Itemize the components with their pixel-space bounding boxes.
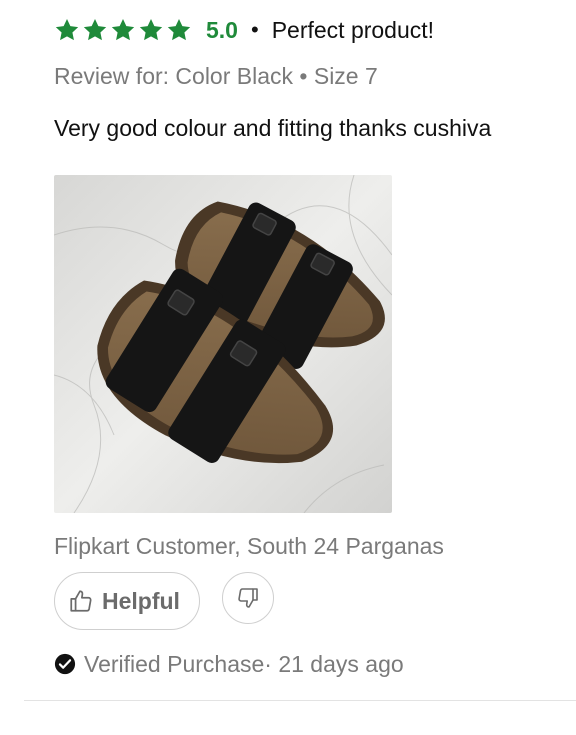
review-age: · 21 days ago	[264, 650, 404, 677]
star-rating	[54, 17, 194, 43]
thumbs-down-icon	[236, 586, 260, 610]
verified-purchase: Verified Purchase · 21 days ago	[54, 650, 404, 678]
rating-score: 5.0	[206, 16, 238, 43]
helpful-button[interactable]: Helpful	[54, 572, 200, 630]
review-headline: Perfect product!	[271, 16, 435, 43]
helpful-label: Helpful	[102, 587, 180, 614]
star-icon	[166, 17, 192, 43]
separator-dot: •	[250, 17, 259, 42]
review-body: Very good colour and fitting thanks cush…	[54, 115, 492, 141]
rating-row: 5.0 • Perfect product!	[54, 14, 434, 46]
review-author: Flipkart Customer, South 24 Parganas	[54, 533, 444, 559]
star-icon	[82, 17, 108, 43]
review-variant: Review for: Color Black • Size 7	[54, 63, 378, 89]
star-icon	[110, 17, 136, 43]
thumbs-up-icon	[68, 588, 94, 614]
divider	[24, 700, 576, 701]
verified-label: Verified Purchase	[84, 650, 265, 677]
dislike-button[interactable]	[222, 572, 274, 624]
review-photo[interactable]	[54, 175, 392, 513]
check-circle-icon	[54, 653, 76, 675]
star-icon	[138, 17, 164, 43]
review-card: 5.0 • Perfect product! Review for: Color…	[0, 0, 576, 735]
star-icon	[54, 17, 80, 43]
